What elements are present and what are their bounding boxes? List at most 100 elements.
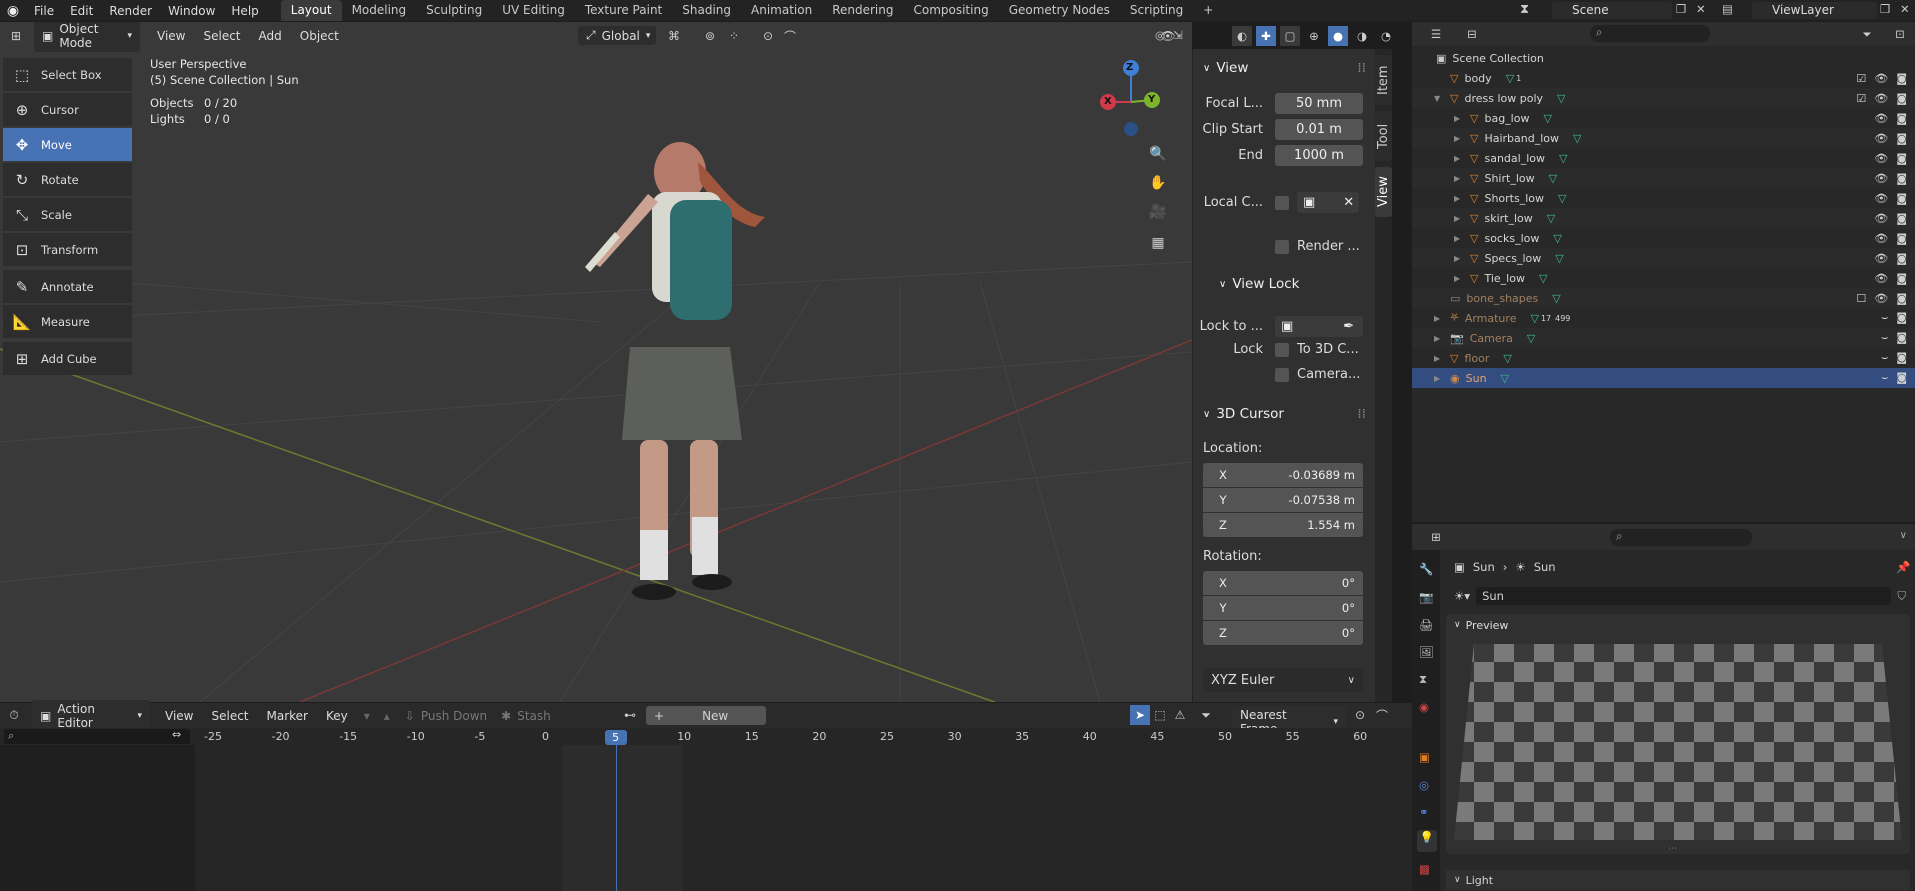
mesh-data-icon[interactable]: ▽ bbox=[1503, 352, 1511, 365]
render-camera-icon[interactable]: ◙ bbox=[1896, 212, 1907, 225]
layer-prev-icon[interactable]: ▾ bbox=[357, 706, 377, 726]
light-data-tab-icon[interactable]: 💡 bbox=[1417, 830, 1437, 852]
expand-arrow-icon[interactable]: ▶ bbox=[1454, 134, 1466, 143]
falloff-icon[interactable]: ⌒ bbox=[780, 26, 800, 46]
render-camera-icon[interactable]: ◙ bbox=[1896, 351, 1907, 365]
frame-ruler[interactable]: ⌕ ⇔ -25 -20 -15 -10 -5 0 5 10 15 20 25 30 35 40 45 50 55… bbox=[0, 728, 1412, 745]
outliner-row[interactable]: ▶ ▽ socks_low ▽ 👁 ◙ bbox=[1412, 228, 1915, 248]
exclude-checkbox-icon[interactable] bbox=[1856, 112, 1866, 125]
render-camera-icon[interactable]: ◙ bbox=[1896, 371, 1907, 385]
menu-edit[interactable]: Edit bbox=[62, 4, 101, 18]
tool-move[interactable]: ✥ Move bbox=[3, 128, 132, 161]
eye-icon[interactable]: 👁 bbox=[1874, 172, 1888, 185]
tool-annotate[interactable]: ✎ Annotate bbox=[3, 270, 132, 303]
ortho-grid-icon[interactable]: ▦ bbox=[1148, 233, 1168, 253]
outliner-row[interactable]: ▶ ▽ Hairband_low ▽ 👁 ◙ bbox=[1412, 128, 1915, 148]
menu-key[interactable]: Key bbox=[317, 709, 357, 723]
lock-to-3d-cursor-checkbox[interactable] bbox=[1275, 342, 1289, 357]
eye-icon[interactable]: 👁 bbox=[1874, 292, 1888, 305]
eye-icon[interactable]: 👁 bbox=[1874, 212, 1888, 225]
expand-arrow-icon[interactable]: ▶ bbox=[1434, 374, 1446, 383]
expand-arrow-icon[interactable]: ▶ bbox=[1434, 314, 1446, 323]
drag-handle-icon[interactable]: ⁞⁞ bbox=[1357, 60, 1366, 76]
mesh-data-icon[interactable]: ▽ bbox=[1549, 172, 1557, 185]
editor-type-icon[interactable]: ⏱ bbox=[4, 706, 24, 726]
eye-icon[interactable]: 👁 bbox=[1874, 72, 1888, 85]
outliner-row[interactable]: ▶ ▽ Tie_low ▽ 👁 ◙ bbox=[1412, 268, 1915, 288]
tab-scripting[interactable]: Scripting bbox=[1120, 0, 1193, 21]
world-tab-icon[interactable]: ◉ bbox=[1419, 700, 1429, 714]
show-gizmo-icon[interactable]: ⇲ bbox=[1168, 25, 1188, 45]
only-selected-icon[interactable]: ➤ bbox=[1130, 705, 1150, 725]
section-view-lock-header[interactable]: ∨ View Lock bbox=[1193, 269, 1376, 299]
expand-arrow-icon[interactable]: ▶ bbox=[1454, 154, 1466, 163]
exclude-checkbox-icon[interactable] bbox=[1863, 371, 1873, 385]
tab-uv-editing[interactable]: UV Editing bbox=[492, 0, 575, 21]
snap-target-icon[interactable]: ⁘ bbox=[724, 26, 744, 46]
view-layer-icon[interactable]: ▤ bbox=[1722, 2, 1733, 16]
output-tab-icon[interactable]: 🖨 bbox=[1419, 618, 1434, 632]
overlays-icon[interactable]: ◐ bbox=[1232, 26, 1252, 46]
render-camera-icon[interactable]: ◙ bbox=[1896, 92, 1907, 105]
view-layer-selector[interactable]: ViewLayer bbox=[1752, 2, 1877, 19]
tool-transform[interactable]: ⊡ Transform bbox=[3, 233, 132, 266]
tab-layout[interactable]: Layout bbox=[280, 0, 342, 21]
collapse-arrow-icon[interactable]: ▼ bbox=[1434, 94, 1446, 103]
editor-type-icon[interactable]: ☰ bbox=[1426, 24, 1446, 44]
menu-help[interactable]: Help bbox=[223, 4, 266, 18]
render-region-checkbox[interactable] bbox=[1275, 239, 1289, 254]
fake-user-shield-icon[interactable]: ⛉ bbox=[1897, 589, 1906, 604]
eye-icon[interactable]: 👁 bbox=[1874, 132, 1888, 145]
exclude-checkbox-icon[interactable]: ☑ bbox=[1856, 92, 1866, 105]
mesh-data-icon[interactable]: ▽ bbox=[1555, 252, 1563, 265]
hidden-eye-icon[interactable]: ⌣ bbox=[1881, 331, 1888, 345]
editor-type-icon[interactable]: ⊞ bbox=[1426, 527, 1446, 547]
exclude-checkbox-icon[interactable] bbox=[1856, 272, 1866, 285]
mesh-data-icon[interactable]: ▽ bbox=[1558, 192, 1566, 205]
new-action-button[interactable]: + New bbox=[646, 706, 766, 725]
snap-icon[interactable]: ⊚ bbox=[700, 26, 720, 46]
transform-orientation-dropdown[interactable]: ⤢ Global ▾ bbox=[578, 26, 656, 45]
exclude-checkbox-icon[interactable] bbox=[1856, 172, 1866, 185]
render-camera-icon[interactable]: ◙ bbox=[1896, 112, 1907, 125]
new-collection-icon[interactable]: ⊡ bbox=[1890, 24, 1910, 44]
exclude-checkbox-icon[interactable] bbox=[1863, 351, 1873, 365]
menu-file[interactable]: File bbox=[26, 4, 62, 18]
channel-search-input[interactable]: ⌕ bbox=[4, 729, 190, 744]
mesh-data-icon[interactable]: ▽ bbox=[1547, 212, 1555, 225]
mesh-data-icon[interactable]: ▽ bbox=[1506, 72, 1514, 85]
cursor-rotation-y[interactable]: Y 0° bbox=[1203, 596, 1363, 620]
render-tab-icon[interactable]: 📷 bbox=[1419, 590, 1433, 604]
tab-item[interactable]: Item bbox=[1375, 55, 1392, 105]
object-visibility-icon[interactable]: ◎ bbox=[1150, 25, 1170, 45]
tool-measure[interactable]: 📐 Measure bbox=[3, 305, 132, 338]
outliner-row[interactable]: ▶ ◉ Sun ▽ ⌣ ◙ bbox=[1412, 368, 1915, 388]
exclude-checkbox-icon[interactable] bbox=[1856, 212, 1866, 225]
outliner-row[interactable]: ▶ ▽ skirt_low ▽ 👁 ◙ bbox=[1412, 208, 1915, 228]
outliner-row[interactable]: ▼ ▽ dress low poly ▽ ☑ 👁 ◙ bbox=[1412, 88, 1915, 108]
eye-icon[interactable]: 👁 bbox=[1874, 112, 1888, 125]
expand-arrow-icon[interactable]: ▶ bbox=[1434, 334, 1446, 343]
mesh-data-icon[interactable]: ▽ bbox=[1539, 272, 1547, 285]
stash-button[interactable]: ✱ Stash bbox=[501, 709, 551, 723]
eye-icon[interactable]: 👁 bbox=[1874, 252, 1888, 265]
add-workspace-button[interactable]: + bbox=[1193, 0, 1223, 21]
menu-object[interactable]: Object bbox=[291, 29, 348, 43]
wireframe-shading-icon[interactable]: ⊕ bbox=[1304, 26, 1324, 46]
pin-icon[interactable]: 📌 bbox=[1896, 560, 1910, 574]
new-scene-icon[interactable]: ❐ bbox=[1676, 2, 1686, 16]
mesh-data-icon[interactable]: ▽ bbox=[1557, 92, 1565, 105]
tab-rendering[interactable]: Rendering bbox=[822, 0, 903, 21]
render-camera-icon[interactable]: ◙ bbox=[1896, 192, 1907, 205]
view-layer-tab-icon[interactable]: 🖼 bbox=[1419, 645, 1434, 659]
editor-type-icon[interactable]: ⊞ bbox=[6, 26, 26, 46]
render-camera-icon[interactable]: ◙ bbox=[1896, 132, 1907, 145]
delete-scene-icon[interactable]: ✕ bbox=[1696, 2, 1706, 16]
exclude-checkbox-icon[interactable] bbox=[1856, 232, 1866, 245]
exclude-checkbox-icon[interactable] bbox=[1856, 252, 1866, 265]
properties-search-input[interactable]: ⌕ bbox=[1610, 529, 1752, 546]
mesh-data-icon[interactable]: ▽ bbox=[1552, 292, 1560, 305]
show-hidden-icon[interactable]: ⬚ bbox=[1150, 705, 1170, 725]
expand-arrow-icon[interactable]: ▶ bbox=[1454, 234, 1466, 243]
cursor-location-y[interactable]: Y -0.07538 m bbox=[1203, 488, 1363, 512]
